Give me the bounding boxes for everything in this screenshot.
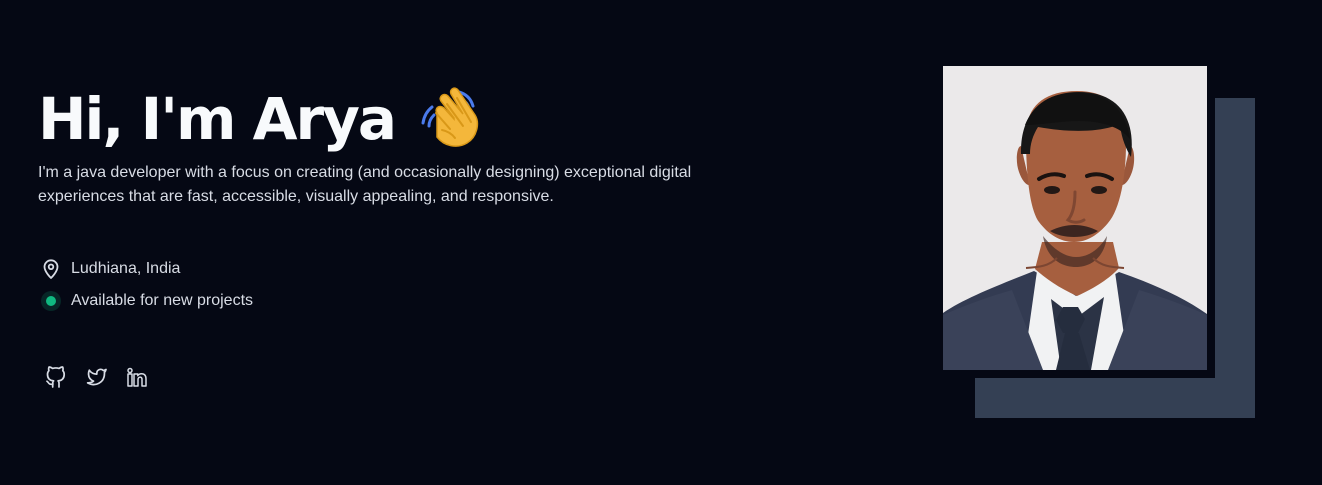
location-row: Ludhiana, India — [38, 255, 253, 283]
location-pin-icon — [38, 257, 63, 282]
title-row: Hi, I'm Arya — [38, 78, 798, 160]
availability-row: Available for new projects — [38, 287, 253, 315]
twitter-link[interactable] — [83, 364, 109, 390]
social-links — [43, 364, 149, 390]
github-icon — [46, 366, 66, 388]
status-ring — [40, 291, 61, 311]
availability-status-icon — [38, 289, 63, 314]
hero-text: Hi, I'm Arya I'm a java developer with a… — [38, 78, 798, 209]
github-link[interactable] — [43, 364, 69, 390]
hero-section: Hi, I'm Arya I'm a java developer with a… — [0, 0, 1322, 485]
status-dot — [45, 296, 56, 306]
availability-text: Available for new projects — [71, 292, 254, 309]
profile-photo — [943, 66, 1207, 370]
page-title: Hi, I'm Arya — [38, 85, 397, 153]
profile-meta: Ludhiana, India Available for new projec… — [38, 255, 253, 319]
location-text: Ludhiana, India — [71, 260, 181, 277]
waving-hand-icon — [415, 82, 487, 154]
twitter-icon — [86, 368, 107, 386]
linkedin-link[interactable] — [123, 364, 149, 390]
intro-text: I'm a java developer with a focus on cre… — [38, 164, 692, 205]
linkedin-icon — [127, 367, 147, 387]
